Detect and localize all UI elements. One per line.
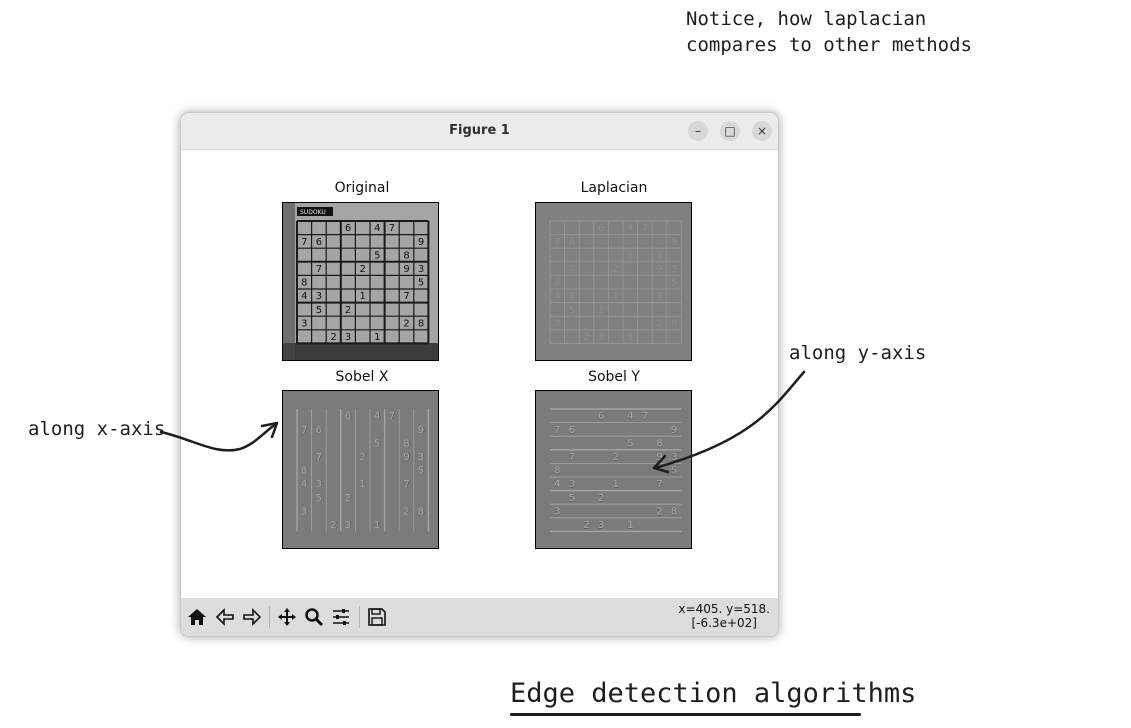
y-axis-arrow — [653, 370, 806, 470]
annotation-arrows — [159, 370, 806, 474]
x-axis-arrow — [159, 422, 278, 452]
